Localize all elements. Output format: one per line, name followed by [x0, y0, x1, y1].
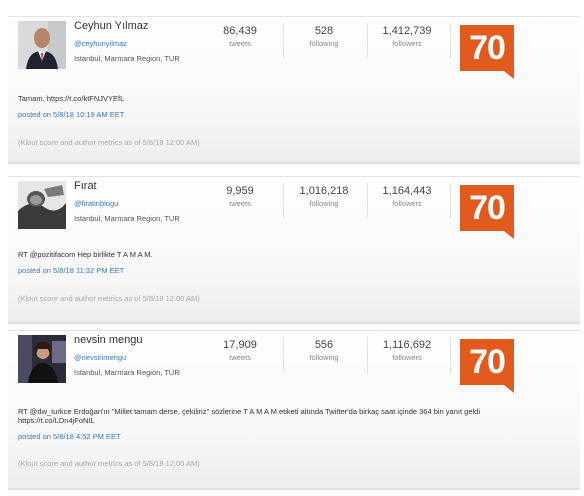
metric-value: 1,016,218 — [299, 185, 349, 197]
metric-following: 1,016,218 following — [289, 185, 359, 208]
metric-following: 556 following — [289, 339, 359, 362]
metric-value: 17,909 — [223, 339, 257, 351]
avatar[interactable] — [18, 335, 66, 383]
metric-following: 528 following — [289, 25, 359, 48]
metric-followers: 1,164,443 followers — [372, 185, 442, 208]
divider — [283, 183, 284, 219]
metric-label: tweets — [229, 199, 251, 208]
tweet-text: RT @pozitifacom Hep birlikte T A M A M. — [18, 250, 153, 259]
avatar-image — [18, 335, 66, 383]
avatar[interactable] — [18, 181, 66, 229]
metric-label: following — [309, 353, 339, 362]
metric-label: tweets — [229, 39, 251, 48]
metric-tweets: 17,909 tweets — [205, 339, 275, 362]
metric-tweets: 86,439 tweets — [205, 25, 275, 48]
tweet-text: RT @dw_turkce Erdoğan'ın "Millet tamam d… — [18, 407, 480, 425]
divider — [450, 23, 451, 59]
klout-badge-tail — [504, 71, 514, 79]
metric-label: following — [309, 39, 339, 48]
tweet-text: Tamam. https://t.co/ktFNJVYEfL — [18, 94, 125, 103]
metric-label: followers — [392, 199, 422, 208]
divider — [367, 337, 368, 373]
divider — [367, 23, 368, 59]
author-location: Istanbul, Marmara Region, TUR — [74, 214, 180, 223]
divider — [283, 337, 284, 373]
metrics-note: (Klout score and author metrics as of 5/… — [18, 138, 200, 147]
divider — [367, 183, 368, 219]
posted-link[interactable]: posted on 5/8/18 11:32 PM EET — [18, 266, 124, 275]
author-name[interactable]: nevsin mengu — [74, 334, 143, 346]
metric-value: 86,439 — [223, 25, 257, 37]
klout-score-badge: 70 — [460, 339, 514, 385]
avatar-image — [18, 181, 66, 229]
metric-value: 528 — [314, 25, 334, 37]
metric-value: 1,412,739 — [382, 25, 432, 37]
metric-value: 9,959 — [226, 185, 254, 197]
result-card: Fırat @firatinblogu Istanbul, Marmara Re… — [8, 176, 580, 324]
posted-link[interactable]: posted on 5/8/18 4:52 PM EET — [18, 432, 121, 441]
metrics-note: (Klout score and author metrics as of 5/… — [18, 459, 200, 468]
metric-followers: 1,116,692 followers — [372, 339, 442, 362]
metric-value: 1,116,692 — [382, 339, 432, 351]
avatar[interactable] — [18, 21, 66, 69]
author-name[interactable]: Fırat — [74, 180, 97, 192]
klout-score-badge: 70 — [460, 185, 514, 231]
metric-label: followers — [392, 39, 422, 48]
result-card: Ceyhun Yılmaz @ceyhunyilmaz Istanbul, Ma… — [8, 16, 580, 164]
avatar-image — [18, 21, 66, 69]
klout-badge-tail — [504, 231, 514, 239]
metric-label: following — [309, 199, 339, 208]
result-card: nevsin mengu @nevsinmengu Istanbul, Marm… — [8, 330, 580, 490]
divider — [450, 183, 451, 219]
author-handle[interactable]: @nevsinmengu — [74, 353, 126, 362]
metric-label: tweets — [229, 353, 251, 362]
klout-badge-tail — [504, 385, 514, 393]
author-location: Istanbul, Marmara Region, TUR — [74, 54, 180, 63]
author-location: Istanbul, Marmara Region, TUR — [74, 368, 180, 377]
metric-value: 556 — [314, 339, 334, 351]
metrics-note: (Klout score and author metrics as of 5/… — [18, 294, 200, 303]
metric-followers: 1,412,739 followers — [372, 25, 442, 48]
author-name[interactable]: Ceyhun Yılmaz — [74, 20, 148, 32]
author-handle[interactable]: @firatinblogu — [74, 199, 118, 208]
author-handle[interactable]: @ceyhunyilmaz — [74, 39, 127, 48]
klout-score-badge: 70 — [460, 25, 514, 71]
divider — [283, 23, 284, 59]
divider — [450, 337, 451, 373]
metric-label: followers — [392, 353, 422, 362]
metric-tweets: 9,959 tweets — [205, 185, 275, 208]
posted-link[interactable]: posted on 5/8/18 10:19 AM EET — [18, 110, 124, 119]
metric-value: 1,164,443 — [382, 185, 432, 197]
